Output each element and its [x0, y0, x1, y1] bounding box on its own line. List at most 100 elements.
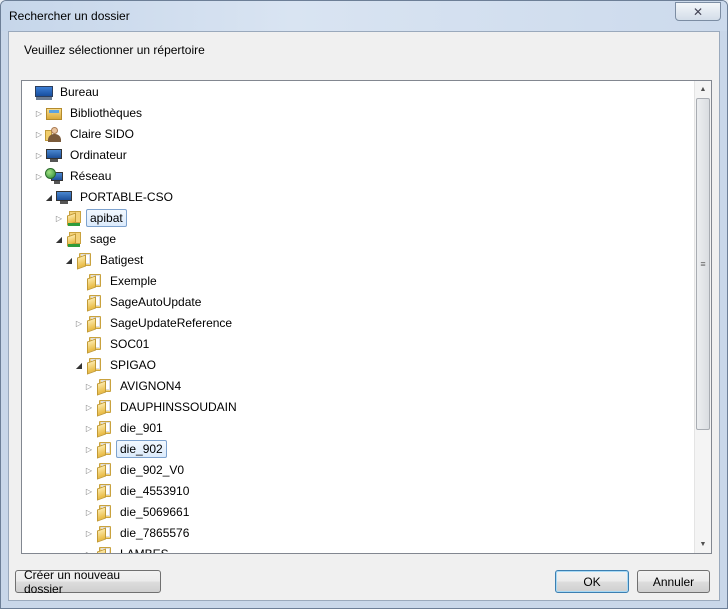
tree-item[interactable]: ◢ PORTABLE-CSO	[44, 187, 177, 207]
scroll-thumb[interactable]: ≡	[696, 98, 710, 430]
tree-item-label: DAUPHINSSOUDAIN	[120, 400, 237, 414]
tree-item-label: Batigest	[100, 253, 144, 267]
expand-arrow-icon[interactable]: ▷	[34, 103, 44, 123]
close-icon: ✕	[692, 4, 704, 19]
computer-icon-part	[56, 191, 72, 201]
tree-item-label: SageAutoUpdate	[110, 295, 202, 309]
computer-icon	[55, 189, 73, 205]
tree-item[interactable]: ▷ SageUpdateReference	[74, 313, 236, 333]
expand-arrow-icon[interactable]: ▷	[34, 124, 44, 144]
tree-item[interactable]: SOC01	[74, 334, 153, 354]
user-folder-icon-part	[48, 134, 61, 142]
shared-folder-icon	[65, 210, 83, 226]
network-icon	[45, 168, 63, 184]
desktop-icon	[35, 84, 53, 100]
desktop-icon-part	[35, 86, 53, 97]
folder-icon-part	[97, 506, 106, 522]
collapse-arrow-icon[interactable]: ◢	[54, 229, 64, 249]
tree-item-label: die_5069661	[120, 505, 190, 519]
tree-item[interactable]: ▷ apibat	[54, 208, 127, 228]
folder-icon-part	[87, 317, 96, 333]
folder-icon	[95, 378, 113, 396]
tree-item[interactable]: ▷ die_902_V0	[84, 460, 188, 480]
tree-item[interactable]: ◢ sage	[54, 229, 120, 249]
user-folder-icon	[45, 126, 63, 142]
tree-item-label: Bureau	[60, 85, 99, 99]
desktop-icon-part	[36, 97, 52, 100]
expand-arrow-icon[interactable]: ▷	[84, 418, 94, 438]
tree-item[interactable]: ▷ Claire SIDO	[34, 124, 138, 144]
expand-arrow-icon[interactable]: ▷	[84, 544, 94, 554]
tree-item-label: SOC01	[110, 337, 150, 351]
scroll-down-arrow-icon[interactable]: ▼	[695, 536, 711, 553]
folder-icon	[95, 441, 113, 459]
tree-item[interactable]: ▷ Réseau	[34, 166, 115, 186]
expand-arrow-icon[interactable]: ▷	[84, 376, 94, 396]
shared-folder-icon	[65, 231, 83, 247]
expand-arrow-icon[interactable]: ▷	[74, 313, 84, 333]
tree-item[interactable]: ▷ die_4553910	[84, 481, 193, 501]
expand-arrow-icon[interactable]: ▷	[84, 460, 94, 480]
tree-item[interactable]: ▷ Ordinateur	[34, 145, 131, 165]
folder-icon-part	[97, 464, 106, 480]
collapse-arrow-icon[interactable]: ◢	[64, 250, 74, 270]
scroll-up-arrow-icon[interactable]: ▲	[695, 81, 711, 98]
tree-item-label: die_901	[120, 421, 163, 435]
expand-arrow-icon[interactable]: ▷	[54, 208, 64, 228]
ok-button[interactable]: OK	[555, 570, 629, 593]
expand-arrow-icon[interactable]: ▷	[34, 166, 44, 186]
computer-icon-part	[50, 159, 58, 162]
shared-folder-icon-part	[68, 223, 80, 226]
folder-icon	[85, 294, 103, 312]
vertical-scrollbar[interactable]: ▲ ≡ ▼	[694, 81, 711, 553]
folder-icon	[85, 315, 103, 333]
folder-icon-part	[77, 254, 86, 270]
folder-icon	[95, 525, 113, 543]
expand-arrow-icon[interactable]: ▷	[34, 145, 44, 165]
collapse-arrow-icon[interactable]: ◢	[44, 187, 54, 207]
cancel-button[interactable]: Annuler	[637, 570, 710, 593]
tree-item[interactable]: ▷ die_901	[84, 418, 167, 438]
tree-item[interactable]: ▷ LAMBES	[84, 544, 173, 554]
tree-item-label: SageUpdateReference	[110, 316, 233, 330]
window-title: Rechercher un dossier	[9, 9, 130, 23]
new-folder-button[interactable]: Créer un nouveau dossier	[15, 568, 161, 596]
tree-item[interactable]: ▷ die_7865576	[84, 523, 193, 543]
folder-icon-part	[97, 380, 106, 396]
network-icon-part	[45, 168, 56, 179]
tree-item-label: die_902	[116, 440, 167, 458]
computer-icon	[45, 147, 63, 163]
folder-icon	[85, 357, 103, 375]
tree-item[interactable]: ▷ AVIGNON4	[84, 376, 185, 396]
tree-item-label: apibat	[86, 209, 127, 227]
folder-tree-content: Bureau ▷ Bibliothèques ▷ Claire SIDO ▷ Ordinat…	[22, 81, 694, 553]
close-button[interactable]: ✕	[675, 2, 721, 21]
folder-icon	[95, 504, 113, 522]
collapse-arrow-icon[interactable]: ◢	[74, 355, 84, 375]
tree-item[interactable]: Exemple	[74, 271, 161, 291]
folder-icon	[85, 273, 103, 291]
expand-arrow-icon[interactable]: ▷	[84, 481, 94, 501]
tree-item[interactable]: ▷ die_902	[84, 439, 167, 459]
tree-item-label: die_4553910	[120, 484, 190, 498]
folder-icon	[95, 483, 113, 501]
tree-item[interactable]: SageAutoUpdate	[74, 292, 205, 312]
folder-icon-part	[97, 443, 106, 459]
expand-arrow-icon[interactable]: ▷	[84, 397, 94, 417]
expand-arrow-icon[interactable]: ▷	[84, 439, 94, 459]
tree-item-label: Claire SIDO	[70, 127, 135, 141]
tree-item[interactable]: Bureau	[24, 82, 103, 102]
tree-item[interactable]: ▷ Bibliothèques	[34, 103, 146, 123]
tree-item[interactable]: ◢ SPIGAO	[74, 355, 160, 375]
folder-tree[interactable]: Bureau ▷ Bibliothèques ▷ Claire SIDO ▷ Ordinat…	[21, 80, 712, 554]
expand-arrow-icon[interactable]: ▷	[84, 523, 94, 543]
tree-item[interactable]: ◢ Batigest	[64, 250, 147, 270]
tree-item[interactable]: ▷ DAUPHINSSOUDAIN	[84, 397, 241, 417]
expand-arrow-icon[interactable]: ▷	[84, 502, 94, 522]
title-bar[interactable]: Rechercher un dossier ✕	[1, 1, 727, 31]
tree-item[interactable]: ▷ die_5069661	[84, 502, 193, 522]
tree-item-label: PORTABLE-CSO	[80, 190, 173, 204]
folder-icon-part	[87, 359, 96, 375]
folder-icon-part	[97, 527, 106, 543]
